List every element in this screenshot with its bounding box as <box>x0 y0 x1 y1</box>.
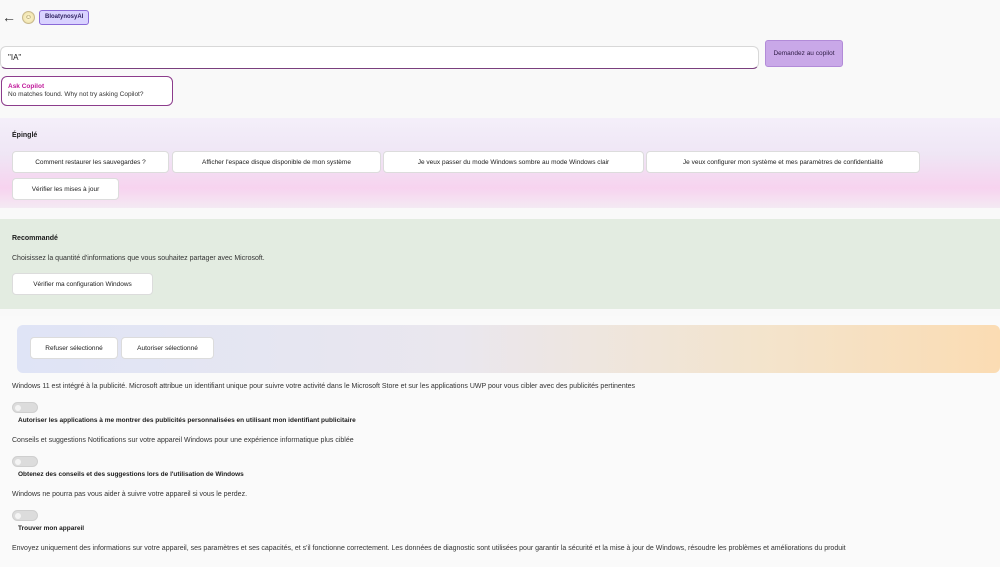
tips-description: Conseils et suggestions Notifications su… <box>12 437 354 444</box>
tips-toggle[interactable] <box>12 456 38 467</box>
arrow-left-icon[interactable]: ← <box>0 8 18 26</box>
check-windows-config-button[interactable]: Vérifier ma configuration Windows <box>12 273 153 295</box>
find-device-description: Windows ne pourra pas vous aider à suivr… <box>12 491 248 498</box>
pinned-item-privacy-config[interactable]: Je veux configurer mon système et mes pa… <box>646 151 920 173</box>
toggle-knob <box>15 405 21 411</box>
recommended-section: Recommandé Choisissez la quantité d'info… <box>0 219 1000 309</box>
tips-toggle-label: Obtenez des conseils et des suggestions … <box>18 471 244 478</box>
pinned-item-disk-space[interactable]: Afficher l'espace disque disponible de m… <box>172 151 381 173</box>
smiley-logo-icon: ☺ <box>22 11 35 24</box>
find-device-toggle-label: Trouver mon appareil <box>18 525 85 532</box>
privacy-settings-panel: Refuser sélectionné Autoriser sélectionn… <box>0 316 1000 567</box>
privacy-action-bar: Refuser sélectionné Autoriser sélectionn… <box>17 325 1000 373</box>
toggle-knob <box>15 513 21 519</box>
ad-id-description: Windows 11 est intégré à la publicité. M… <box>12 383 636 390</box>
ad-id-toggle-label: Autoriser les applications à me montrer … <box>18 417 356 424</box>
top-bar: ← ☺ BloatynosyAI <box>0 0 1000 36</box>
allow-selected-button[interactable]: Autoriser sélectionné <box>121 337 214 359</box>
ask-copilot-card[interactable]: Ask Copilot No matches found. Why not tr… <box>1 76 173 106</box>
find-device-toggle[interactable] <box>12 510 38 521</box>
ad-id-toggle[interactable] <box>12 402 38 413</box>
ask-copilot-title: Ask Copilot <box>8 83 45 90</box>
reject-selected-button[interactable]: Refuser sélectionné <box>30 337 118 359</box>
brand-badge: BloatynosyAI <box>39 10 90 25</box>
pinned-title: Épinglé <box>12 132 38 139</box>
search-input[interactable] <box>0 46 759 69</box>
diagnostic-data-description: Envoyez uniquement des informations sur … <box>12 545 846 552</box>
pinned-item-dark-light-mode[interactable]: Je veux passer du mode Windows sombre au… <box>383 151 644 173</box>
ask-copilot-subtitle: No matches found. Why not try asking Cop… <box>8 91 144 98</box>
pinned-section: Épinglé Comment restaurer les sauvegarde… <box>0 118 1000 208</box>
pinned-item-check-updates[interactable]: Vérifier les mises à jour <box>12 178 119 200</box>
recommended-description: Choisissez la quantité d'informations qu… <box>12 255 265 262</box>
pinned-item-restore-backups[interactable]: Comment restaurer les sauvegardes ? <box>12 151 169 173</box>
toggle-knob <box>15 459 21 465</box>
recommended-title: Recommandé <box>12 235 58 242</box>
ask-copilot-button[interactable]: Demandez au copilot <box>765 40 843 67</box>
